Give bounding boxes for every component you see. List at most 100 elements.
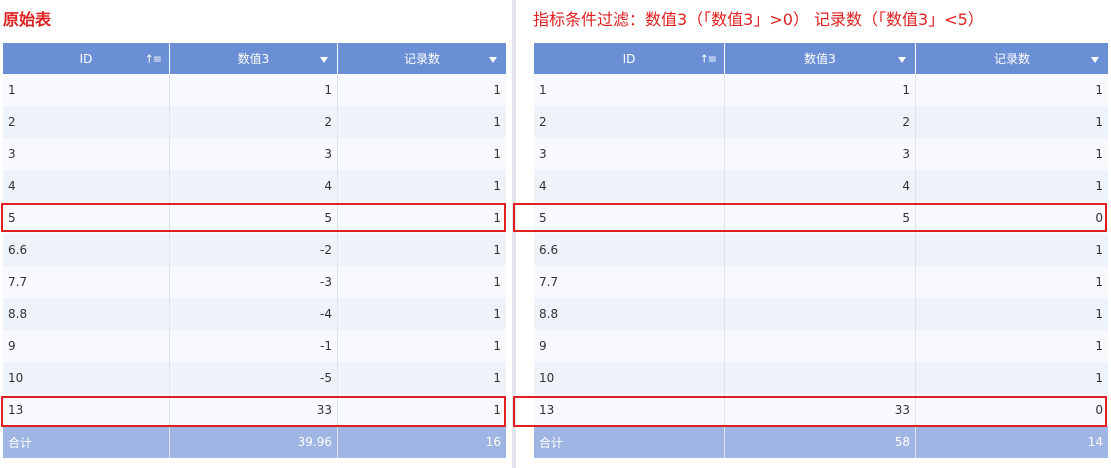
table-row: 10 1 — [534, 362, 1108, 394]
cell-record-count: 1 — [1095, 83, 1103, 97]
filtered-table-title: 指标条件过滤：数值3（「数值3」>0） 记录数（「数值3」<5） — [533, 10, 984, 29]
table-body: 1 1 1 2 2 1 3 3 1 4 4 1 5 5 1 6.6 -2 1 7… — [3, 74, 506, 426]
original-table-title: 原始表 — [3, 10, 52, 29]
column-header-id[interactable]: ID ↑≡ — [534, 43, 725, 74]
column-header-record-count[interactable]: 记录数 — [916, 43, 1108, 74]
table-row: 8.8 1 — [534, 298, 1108, 330]
column-header-label: 数值3 — [237, 52, 270, 66]
cell-id: 13 — [3, 394, 170, 426]
cell-record-count: 0 — [1095, 211, 1103, 225]
table-row: 9 1 — [534, 330, 1108, 362]
total-label: 合计 — [3, 426, 170, 458]
cell-id: 1 — [3, 74, 170, 106]
cell-record-count: 1 — [493, 307, 501, 321]
cell-record-count: 1 — [493, 275, 501, 289]
cell-id: 13 — [534, 394, 725, 426]
total-record-count: 14 — [1087, 435, 1103, 449]
table-row: 13 33 0 — [534, 394, 1108, 426]
cell-value3: 3 — [170, 138, 338, 170]
cell-value3: 3 — [725, 138, 916, 170]
table-row: 3 3 1 — [3, 138, 506, 170]
cell-id: 4 — [3, 170, 170, 202]
column-header-label: ID — [622, 51, 636, 66]
column-header-value3[interactable]: 数值3 — [725, 43, 916, 74]
column-header-record-count[interactable]: 记录数 — [338, 43, 506, 74]
cell-value3: -3 — [170, 266, 338, 298]
total-row: 合计 39.96 16 — [3, 426, 506, 458]
table-row: 13 33 1 — [3, 394, 506, 426]
dropdown-caret-icon[interactable] — [489, 56, 497, 63]
cell-record-count: 1 — [493, 115, 501, 129]
cell-record-count: 1 — [493, 211, 501, 225]
cell-record-count: 1 — [1095, 307, 1103, 321]
cell-record-count: 1 — [1095, 339, 1103, 353]
cell-id: 5 — [534, 202, 725, 234]
table-row: 8.8 -4 1 — [3, 298, 506, 330]
cell-record-count: 1 — [1095, 147, 1103, 161]
cell-value3 — [725, 266, 916, 298]
total-value3: 39.96 — [170, 426, 338, 458]
cell-id: 4 — [534, 170, 725, 202]
panel-divider[interactable] — [512, 0, 516, 468]
table-row: 1 1 1 — [3, 74, 506, 106]
cell-value3: 2 — [725, 106, 916, 138]
cell-record-count: 1 — [493, 179, 501, 193]
cell-id: 8.8 — [3, 298, 170, 330]
cell-value3: -1 — [170, 330, 338, 362]
column-header-id[interactable]: ID ↑≡ — [3, 43, 170, 74]
table-header-row: ID ↑≡ 数值3 记录数 — [534, 43, 1108, 74]
original-table: ID ↑≡ 数值3 记录数 1 1 1 2 2 1 3 3 1 4 4 1 5 … — [3, 43, 506, 458]
cell-value3 — [725, 234, 916, 266]
cell-id: 2 — [534, 106, 725, 138]
cell-value3: 5 — [170, 202, 338, 234]
cell-record-count: 1 — [1095, 243, 1103, 257]
column-header-label: 记录数 — [993, 52, 1030, 66]
filtered-table: ID ↑≡ 数值3 记录数 1 1 1 2 2 1 3 3 1 4 4 1 5 … — [534, 43, 1108, 458]
cell-id: 10 — [534, 362, 725, 394]
table-row: 4 4 1 — [534, 170, 1108, 202]
sort-ascending-icon[interactable]: ↑≡ — [700, 52, 717, 65]
cell-record-count: 1 — [1095, 115, 1103, 129]
cell-record-count: 1 — [493, 147, 501, 161]
cell-id: 9 — [3, 330, 170, 362]
column-header-label: ID — [79, 51, 93, 66]
cell-id: 7.7 — [534, 266, 725, 298]
cell-record-count: 1 — [1095, 179, 1103, 193]
cell-id: 7.7 — [3, 266, 170, 298]
cell-value3 — [725, 298, 916, 330]
table-row: 7.7 1 — [534, 266, 1108, 298]
cell-id: 2 — [3, 106, 170, 138]
table-row: 5 5 0 — [534, 202, 1108, 234]
total-label: 合计 — [534, 426, 725, 458]
cell-value3 — [725, 330, 916, 362]
table-row: 9 -1 1 — [3, 330, 506, 362]
cell-id: 6.6 — [534, 234, 725, 266]
cell-id: 1 — [534, 74, 725, 106]
column-header-value3[interactable]: 数值3 — [170, 43, 338, 74]
table-row: 7.7 -3 1 — [3, 266, 506, 298]
cell-record-count: 1 — [493, 83, 501, 97]
cell-record-count: 1 — [493, 243, 501, 257]
table-row: 10 -5 1 — [3, 362, 506, 394]
cell-id: 3 — [3, 138, 170, 170]
dropdown-caret-icon[interactable] — [1091, 56, 1099, 63]
dropdown-caret-icon[interactable] — [898, 56, 906, 63]
sort-ascending-icon[interactable]: ↑≡ — [145, 52, 162, 65]
cell-record-count: 1 — [493, 339, 501, 353]
table-row: 6.6 1 — [534, 234, 1108, 266]
table-header-row: ID ↑≡ 数值3 记录数 — [3, 43, 506, 74]
table-row: 4 4 1 — [3, 170, 506, 202]
cell-value3 — [725, 362, 916, 394]
column-header-label: 数值3 — [804, 52, 836, 66]
cell-value3: -4 — [170, 298, 338, 330]
cell-value3: 2 — [170, 106, 338, 138]
table-row: 6.6 -2 1 — [3, 234, 506, 266]
cell-record-count: 0 — [1095, 403, 1103, 417]
cell-value3: 1 — [725, 74, 916, 106]
table-row: 2 2 1 — [534, 106, 1108, 138]
dropdown-caret-icon[interactable] — [320, 56, 328, 63]
cell-value3: 1 — [170, 74, 338, 106]
table-row: 3 3 1 — [534, 138, 1108, 170]
table-row: 2 2 1 — [3, 106, 506, 138]
cell-value3: 4 — [170, 170, 338, 202]
